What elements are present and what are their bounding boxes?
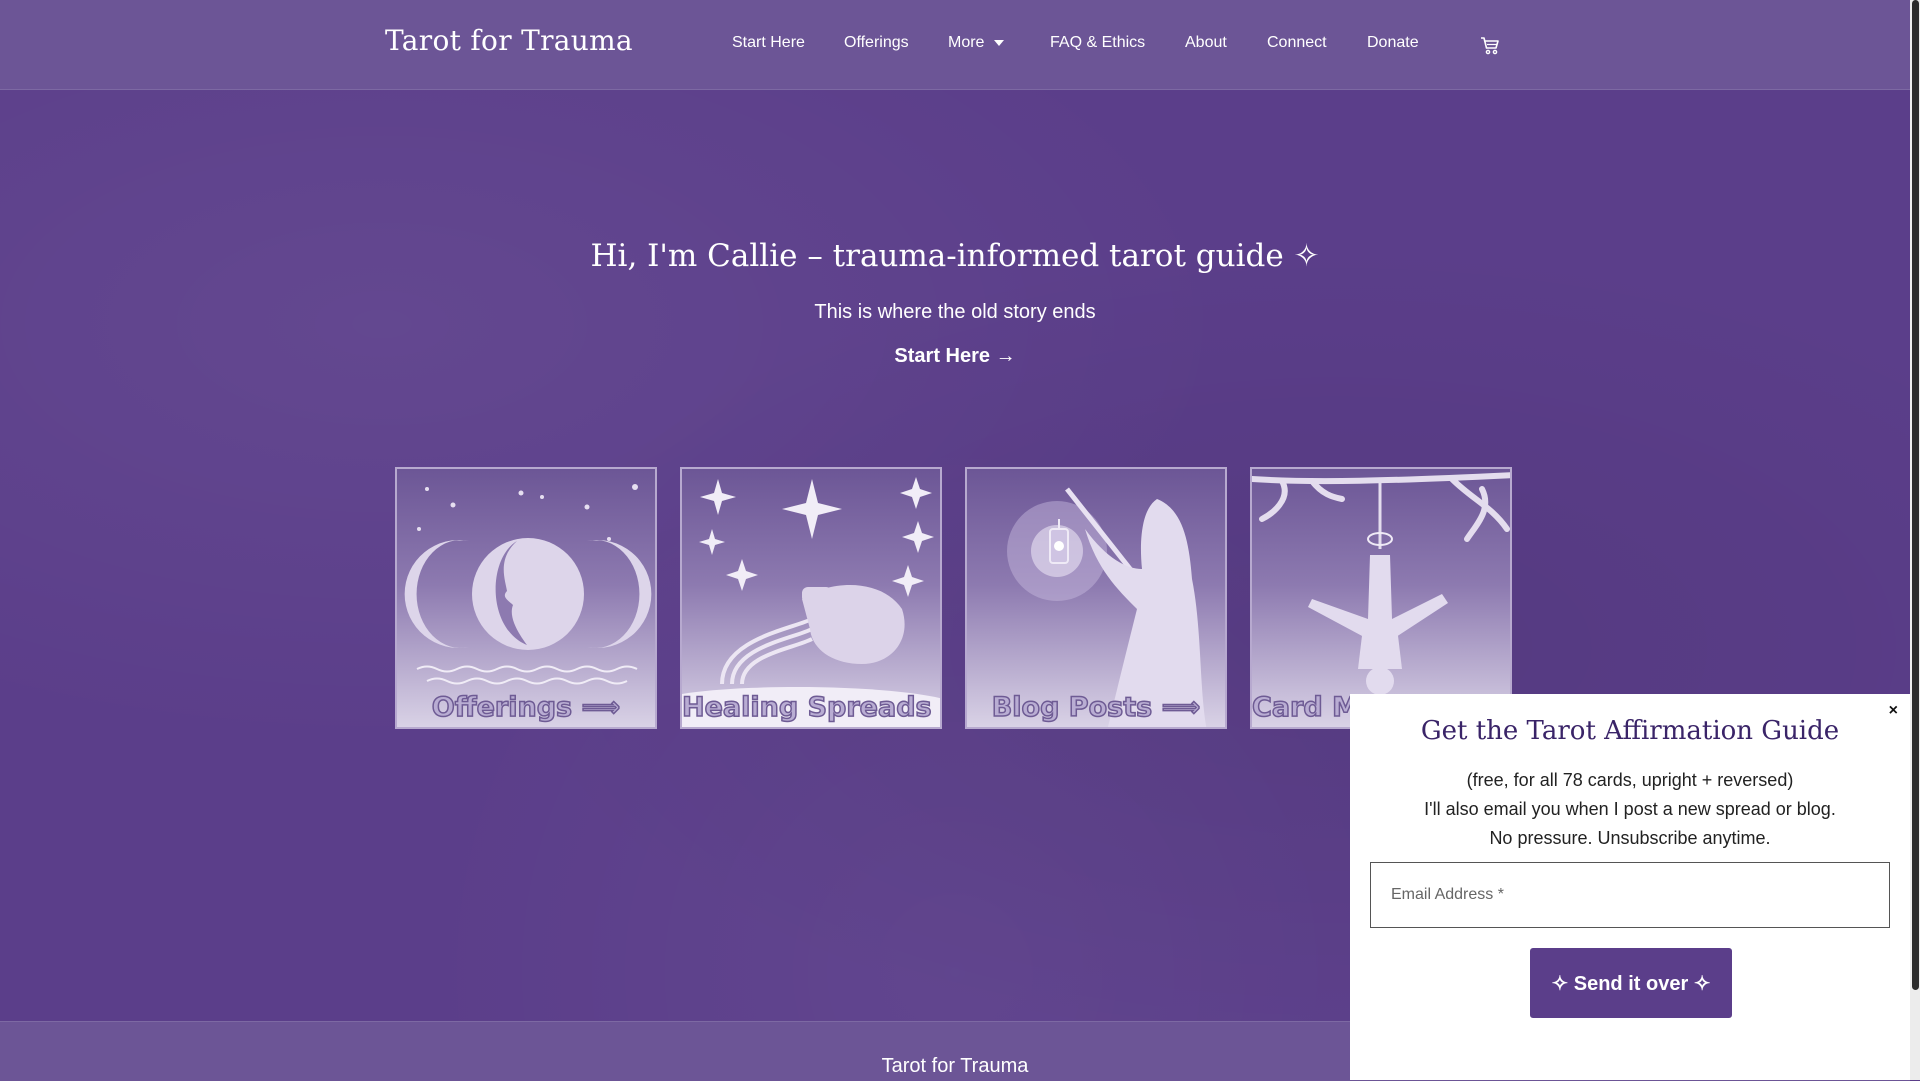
newsletter-popup: × Get the Tarot Affirmation Guide (free,… <box>1350 694 1910 1080</box>
site-header: Tarot for Trauma Start Here Offerings Mo… <box>0 0 1910 90</box>
nav-start-here[interactable]: Start Here <box>732 34 805 52</box>
hermit-lantern-image <box>1007 487 1207 727</box>
hero-title: Hi, I'm Callie – trauma-informed tarot g… <box>590 238 1320 274</box>
stars-water-jug-image <box>682 477 940 727</box>
tile-label-healing-spreads: Healing Spreads ⟹ <box>682 691 940 724</box>
start-here-link[interactable]: Start Here → <box>0 345 1910 368</box>
send-it-over-button[interactable]: ✧ Send it over ✧ <box>1530 948 1732 1018</box>
site-logo[interactable]: Tarot for Trauma <box>385 24 633 57</box>
email-field[interactable] <box>1370 862 1890 928</box>
popup-text-line-2: I'll also email you when I post a new sp… <box>1424 799 1836 819</box>
popup-title: Get the Tarot Affirmation Guide <box>1420 716 1840 746</box>
nav-offerings[interactable]: Offerings <box>844 34 909 52</box>
card-meanings-tile[interactable]: Card Meanings ⟹ <box>1250 467 1512 729</box>
healing-spreads-tile[interactable]: Healing Spreads ⟹ <box>680 467 942 729</box>
nav-donate[interactable]: Donate <box>1367 34 1419 52</box>
nav-about[interactable]: About <box>1185 34 1227 52</box>
tile-label-offerings: Offerings ⟹ <box>431 691 621 724</box>
scrollbar-thumb[interactable] <box>1912 0 1919 990</box>
offerings-tile[interactable]: Offerings ⟹ <box>395 467 657 729</box>
popup-text-line-3: No pressure. Unsubscribe anytime. <box>1489 828 1771 848</box>
hanged-man-image <box>1252 472 1510 695</box>
blog-posts-tile[interactable]: Blog Posts ⟹ <box>965 467 1227 729</box>
triple-moon-image <box>404 484 652 685</box>
nav-more-label: More <box>948 34 985 51</box>
nav-faq-ethics[interactable]: FAQ & Ethics <box>1050 34 1145 52</box>
cart-icon[interactable] <box>1479 34 1501 56</box>
nav-more[interactable]: More <box>948 34 1005 52</box>
page-scrollbar[interactable] <box>1910 0 1920 1080</box>
chevron-down-icon <box>994 39 1005 46</box>
tile-label-blog-posts: Blog Posts ⟹ <box>991 691 1201 724</box>
hero-subtitle: This is where the old story ends <box>814 301 1096 323</box>
nav-connect[interactable]: Connect <box>1267 34 1327 52</box>
popup-text-line-1: (free, for all 78 cards, upright + rever… <box>1466 770 1794 790</box>
